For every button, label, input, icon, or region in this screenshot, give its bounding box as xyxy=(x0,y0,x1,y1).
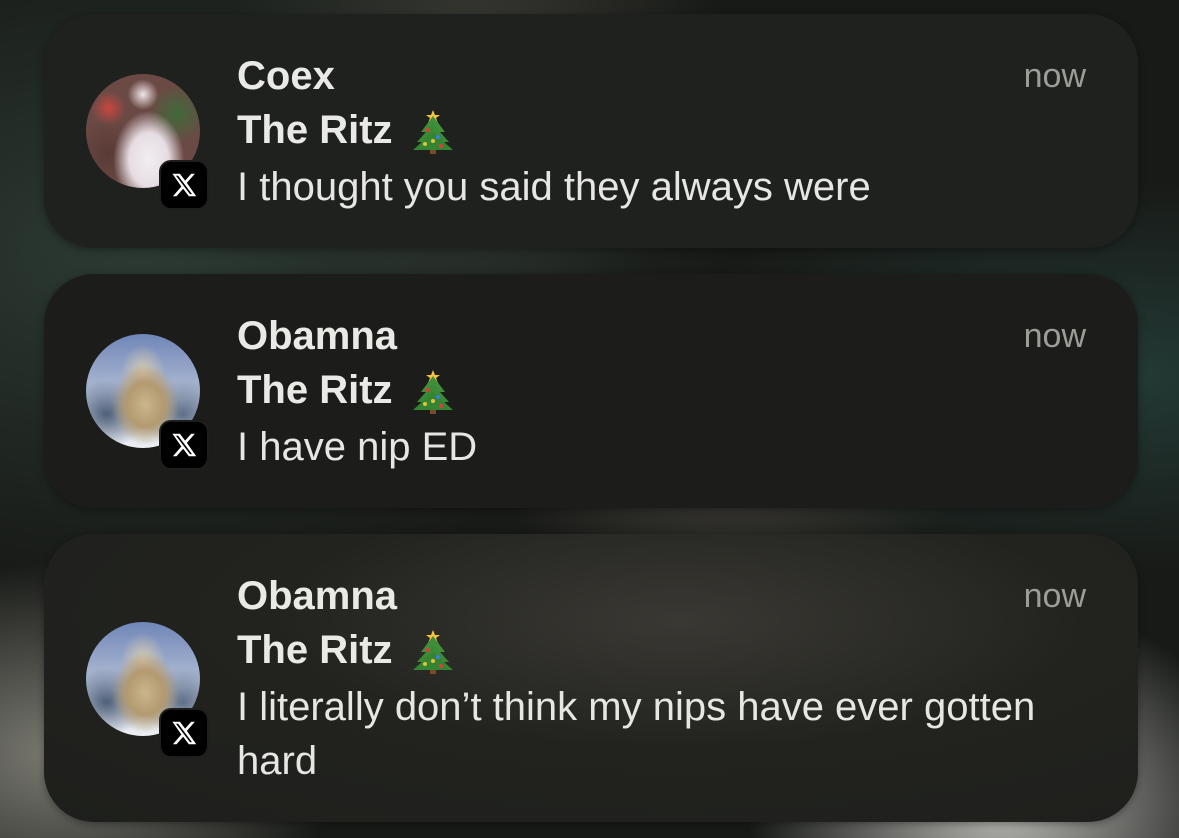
notification-card[interactable]: Obamna The Ritz I literally don’t think … xyxy=(44,534,1138,822)
thread-title: The Ritz xyxy=(237,626,455,674)
message-body: I literally don’t think my nips have eve… xyxy=(237,685,1036,783)
sender-name: Coex xyxy=(237,54,335,98)
notification-card[interactable]: Obamna The Ritz I have nip ED now xyxy=(44,274,1138,508)
thread-title-text: The Ritz xyxy=(237,368,393,412)
message-body: I thought you said they always were xyxy=(237,165,871,209)
thread-title-text: The Ritz xyxy=(237,628,393,672)
christmas-tree-icon xyxy=(412,370,453,414)
timestamp: now xyxy=(1023,57,1086,95)
sender-name: Obamna xyxy=(237,574,398,618)
thread-title-text: The Ritz xyxy=(237,108,393,152)
timestamp: now xyxy=(1023,317,1086,355)
avatar-group xyxy=(86,74,209,210)
x-app-icon xyxy=(159,160,209,210)
thread-title: The Ritz xyxy=(237,106,455,154)
thread-title: The Ritz xyxy=(237,366,455,414)
timestamp: now xyxy=(1023,577,1086,615)
x-app-icon xyxy=(159,708,209,758)
avatar-group xyxy=(86,334,209,470)
sender-name: Obamna xyxy=(237,314,398,358)
avatar-group xyxy=(86,622,209,758)
message-body: I have nip ED xyxy=(237,425,478,469)
christmas-tree-icon xyxy=(412,110,453,154)
notification-card[interactable]: Coex The Ritz I thought you said they al… xyxy=(44,14,1138,248)
christmas-tree-icon xyxy=(412,630,453,674)
x-app-icon xyxy=(159,420,209,470)
